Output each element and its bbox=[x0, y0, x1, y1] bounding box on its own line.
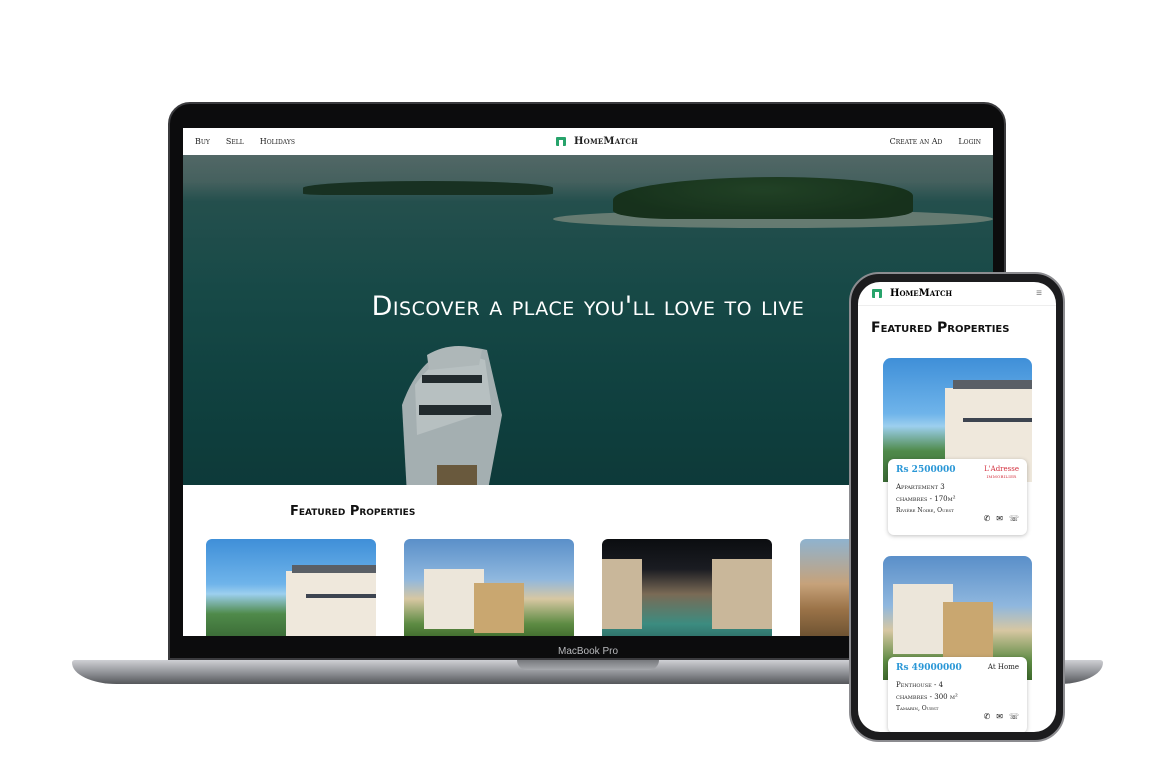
phone-icon[interactable]: ✆ bbox=[984, 712, 991, 721]
listing-card[interactable]: Rs 2500000 L'Adresse IMMOBILIER Appartem… bbox=[883, 358, 1032, 535]
whatsapp-icon[interactable]: ☏ bbox=[1009, 514, 1019, 523]
phone-nav: HomeMatch ≡ bbox=[858, 282, 1056, 306]
property-card-image[interactable] bbox=[404, 539, 574, 636]
brand-logo[interactable]: HomeMatch bbox=[556, 136, 638, 147]
house-logo-icon bbox=[556, 137, 566, 146]
listing-location: Tamarin, Ouest bbox=[896, 705, 939, 712]
nav-create-ad-link[interactable]: Create an Ad bbox=[890, 137, 943, 146]
phone-brand-logo[interactable]: HomeMatch bbox=[872, 288, 952, 299]
listing-info: Rs 49000000 At Home Penthouse - 4 chambr… bbox=[888, 657, 1027, 732]
whatsapp-icon[interactable]: ☏ bbox=[1009, 712, 1019, 721]
listing-name: Penthouse - 4 chambres - 300 m² bbox=[896, 681, 958, 701]
property-card-image[interactable] bbox=[602, 539, 772, 636]
nav-login-link[interactable]: Login bbox=[958, 137, 981, 146]
listing-location: Rivière Noire, Ouest bbox=[896, 507, 954, 514]
device-mockup: Buy Sell Holidays HomeMatch Create an Ad… bbox=[0, 0, 1175, 783]
agency-logo: At Home bbox=[987, 663, 1019, 671]
contact-icons: ✆ ✉ ☏ bbox=[984, 514, 1019, 523]
house-logo-icon bbox=[872, 289, 882, 298]
nav-holidays-link[interactable]: Holidays bbox=[260, 137, 295, 146]
phone-featured-title: Featured Properties bbox=[871, 320, 1010, 336]
property-card-image[interactable] bbox=[206, 539, 376, 636]
agency-logo: L'Adresse IMMOBILIER bbox=[984, 465, 1019, 479]
phone-screen: HomeMatch ≡ Featured Properties Rs 25000… bbox=[858, 282, 1056, 732]
nav-buy-link[interactable]: Buy bbox=[195, 137, 210, 146]
top-nav: Buy Sell Holidays HomeMatch Create an Ad… bbox=[183, 128, 993, 155]
laptop-notch bbox=[517, 660, 659, 670]
nav-sell-link[interactable]: Sell bbox=[226, 137, 244, 146]
phone-brand-name: HomeMatch bbox=[890, 288, 953, 299]
listing-info: Rs 2500000 L'Adresse IMMOBILIER Appartem… bbox=[888, 459, 1027, 535]
mail-icon[interactable]: ✉ bbox=[996, 514, 1003, 523]
mail-icon[interactable]: ✉ bbox=[996, 712, 1003, 721]
phone-icon[interactable]: ✆ bbox=[984, 514, 991, 523]
listing-name: Appartement 3 chambres - 170m² bbox=[896, 483, 956, 503]
hamburger-icon[interactable]: ≡ bbox=[1036, 288, 1042, 299]
listing-card[interactable]: Rs 49000000 At Home Penthouse - 4 chambr… bbox=[883, 556, 1032, 732]
featured-title: Featured Properties bbox=[290, 504, 416, 519]
brand-name: HomeMatch bbox=[574, 136, 638, 147]
contact-icons: ✆ ✉ ☏ bbox=[984, 712, 1019, 721]
